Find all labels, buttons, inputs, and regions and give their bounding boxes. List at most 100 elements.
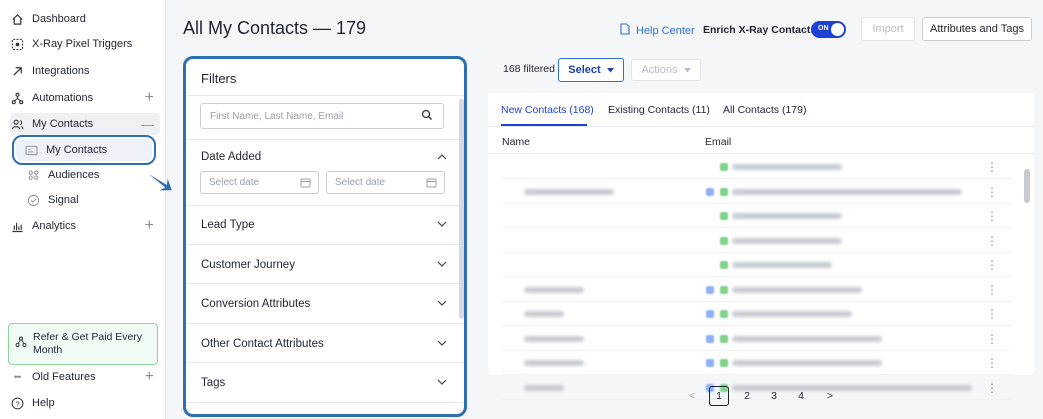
sidebar-item-dashboard[interactable]: Dashboard — [10, 8, 160, 30]
table-row[interactable]: ⋮ — [502, 302, 1012, 326]
enrich-toggle[interactable]: ON — [811, 21, 846, 38]
import-button[interactable]: Import — [861, 17, 915, 41]
expand-automations-icon[interactable]: + — [145, 89, 154, 107]
row-menu-icon[interactable]: ⋮ — [986, 160, 998, 174]
filter-section-other-attributes[interactable]: Other Contact Attributes — [201, 335, 447, 353]
sidebar-item-automations[interactable]: Automations + — [10, 87, 160, 109]
filter-section-customer-journey[interactable]: Customer Journey — [201, 256, 447, 274]
filter-section-tags[interactable]: Tags — [201, 374, 447, 392]
sidebar-item-analytics[interactable]: Analytics + — [10, 215, 160, 237]
table-scroll-thumb[interactable] — [1024, 169, 1030, 203]
row-menu-icon[interactable]: ⋮ — [986, 258, 998, 272]
actions-dropdown-button[interactable]: Actions — [631, 59, 701, 81]
sidebar-item-old-features[interactable]: ••• Old Features + — [10, 366, 160, 388]
date-added-section[interactable]: Date Added — [201, 148, 447, 166]
pagination-page-3[interactable]: 3 — [764, 386, 784, 406]
contacts-icon — [10, 117, 24, 131]
redacted-email — [732, 286, 862, 293]
pagination-prev[interactable]: < — [685, 386, 699, 406]
linkedin-icon — [706, 187, 714, 196]
sidebar-subitem-my-contacts[interactable]: My Contacts — [12, 135, 156, 165]
row-menu-icon[interactable]: ⋮ — [986, 283, 998, 297]
automations-icon — [10, 91, 24, 105]
date-to-input[interactable]: Select date — [326, 171, 445, 194]
sidebar-subitem-audiences[interactable]: Audiences — [26, 164, 156, 186]
contact-search-input[interactable]: First Name, Last Name, Email — [200, 103, 444, 129]
sidebar-item-help[interactable]: ? Help — [10, 392, 160, 414]
home-icon — [10, 12, 24, 26]
section-label: Lead Type — [201, 219, 255, 231]
row-menu-icon[interactable]: ⋮ — [986, 209, 998, 223]
help-center-link[interactable]: Help Center — [620, 23, 695, 38]
row-menu-icon[interactable]: ⋮ — [986, 356, 998, 370]
divider — [186, 402, 464, 403]
toggle-text: ON — [818, 25, 829, 32]
column-header-email[interactable]: Email — [705, 136, 731, 148]
linkedin-icon — [706, 359, 714, 367]
redacted-email — [732, 360, 882, 366]
sidebar-item-label: X-Ray Pixel Triggers — [32, 38, 133, 50]
divider — [186, 283, 464, 284]
row-menu-icon[interactable]: ⋮ — [986, 185, 998, 199]
row-menu-icon[interactable]: ⋮ — [986, 332, 998, 346]
row-menu-icon[interactable]: ⋮ — [986, 381, 998, 395]
sidebar-item-label: Analytics — [32, 220, 77, 232]
filter-section-conversion-attributes[interactable]: Conversion Attributes — [201, 295, 447, 313]
refer-banner[interactable]: Refer & Get Paid Every Month — [8, 323, 158, 365]
expand-analytics-icon[interactable]: + — [145, 217, 154, 235]
pagination-page-2[interactable]: 2 — [737, 386, 757, 406]
table-row[interactable]: ⋮ — [502, 253, 1012, 277]
chevron-down-icon — [437, 378, 447, 389]
table-row[interactable]: ⋮ — [502, 376, 1012, 400]
caret-down-icon — [606, 64, 614, 76]
chevron-up-icon — [437, 152, 447, 163]
table-row[interactable]: ⋮ — [502, 351, 1012, 375]
table-row[interactable]: ⋮ — [502, 155, 1012, 179]
collapse-contacts-icon[interactable]: — — [141, 117, 154, 132]
date-placeholder: Select date — [209, 177, 260, 188]
refer-label: Refer & Get Paid Every Month — [33, 330, 143, 356]
redacted-email — [732, 311, 852, 317]
table-scrollbar[interactable] — [1024, 155, 1030, 367]
search-icon[interactable] — [421, 109, 433, 124]
section-label: Customer Journey — [201, 259, 295, 271]
table-row[interactable]: ⋮ — [502, 229, 1012, 253]
search-placeholder: First Name, Last Name, Email — [210, 110, 344, 122]
page-title: All My Contacts — 179 — [183, 18, 367, 38]
filter-section-lead-type[interactable]: Lead Type — [201, 216, 447, 234]
divider — [186, 244, 464, 245]
tab-existing-contacts[interactable]: Existing Contacts (11) — [608, 104, 710, 116]
table-row[interactable]: ⋮ — [502, 327, 1012, 351]
pagination-page-4[interactable]: 4 — [791, 386, 811, 406]
table-row[interactable]: ⋮ — [502, 278, 1012, 302]
tab-new-contacts[interactable]: New Contacts (168) — [501, 104, 594, 116]
date-from-input[interactable]: Select date — [200, 171, 319, 194]
signal-icon — [26, 193, 40, 207]
sidebar: Dashboard X-Ray Pixel Triggers Integrati… — [0, 0, 166, 419]
date-placeholder: Select date — [335, 177, 386, 188]
calendar-icon — [426, 177, 437, 191]
caret-down-icon — [683, 64, 691, 76]
table-row[interactable]: ⋮ — [502, 180, 1012, 204]
filters-scrollbar[interactable] — [459, 99, 464, 319]
more-dots-icon: ••• — [13, 372, 21, 382]
help-center-label: Help Center — [636, 24, 695, 37]
expand-old-features-icon[interactable]: + — [145, 368, 154, 386]
verified-icon — [720, 261, 728, 269]
row-menu-icon[interactable]: ⋮ — [986, 307, 998, 321]
table-row[interactable]: ⋮ — [502, 204, 1012, 228]
sidebar-item-my-contacts[interactable]: My Contacts — — [10, 113, 160, 135]
verified-icon — [720, 310, 728, 318]
pagination-page-1[interactable]: 1 — [709, 386, 729, 406]
sidebar-item-integrations[interactable]: Integrations — [10, 60, 160, 82]
contacts-table: New Contacts (168) Existing Contacts (11… — [488, 93, 1034, 400]
attributes-tags-button[interactable]: Attributes and Tags — [922, 17, 1032, 41]
sidebar-item-xray[interactable]: X-Ray Pixel Triggers — [10, 33, 160, 55]
select-dropdown-button[interactable]: Select — [558, 58, 624, 82]
tab-all-contacts[interactable]: All Contacts (179) — [723, 104, 806, 116]
row-menu-icon[interactable]: ⋮ — [986, 234, 998, 248]
pagination-next[interactable]: > — [820, 386, 840, 406]
annotation-arrow-icon — [148, 174, 172, 191]
column-header-name[interactable]: Name — [502, 136, 530, 148]
sidebar-subitem-signal[interactable]: Signal — [26, 189, 156, 211]
